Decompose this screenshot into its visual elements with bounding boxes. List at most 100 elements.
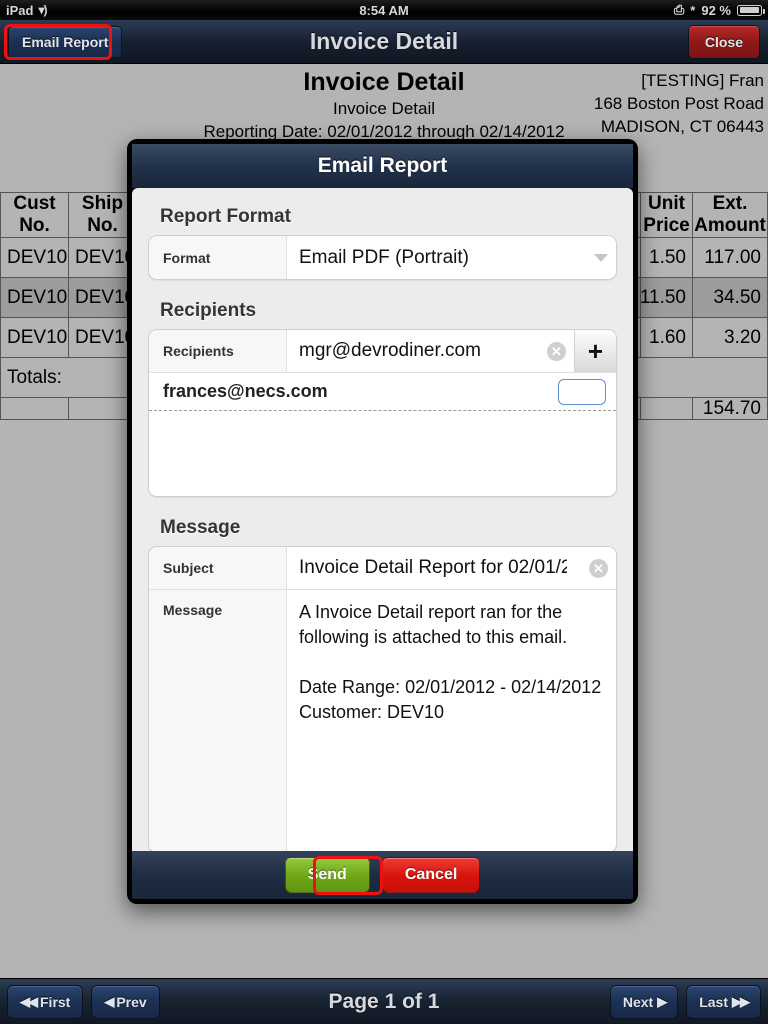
table-row[interactable]: 3.20 xyxy=(692,318,768,358)
table-row[interactable]: DEV10 xyxy=(68,238,136,278)
email-report-modal: Email Report Report Format Format Email … xyxy=(127,139,638,904)
recipients-list: frances@necs.com xyxy=(149,373,616,496)
table-row[interactable]: 1.60 xyxy=(640,318,692,358)
table-column-ext-amount: Ext. Amount 117.00 34.50 3.20 154.70 xyxy=(692,192,768,420)
first-page-button[interactable]: ◀◀ First xyxy=(7,984,84,1019)
format-field-row[interactable]: Format Email PDF (Portrait) xyxy=(149,236,616,279)
column-header-cust-no: Cust No. xyxy=(0,192,68,238)
table-row[interactable]: 1.50 xyxy=(640,238,692,278)
chevron-down-icon xyxy=(594,253,608,262)
table-column-unit-price: Unit Price 1.50 11.50 1.60 xyxy=(640,192,692,420)
totals-cell-ship-no xyxy=(68,398,136,420)
subject-input[interactable]: Invoice Detail Report for 02/01/2012 ✕ xyxy=(287,547,616,589)
recipients-input-value: mgr@devrodiner.com xyxy=(299,340,481,361)
report-format-group: Format Email PDF (Portrait) xyxy=(148,235,617,280)
message-field-label: Message xyxy=(149,590,287,851)
table-row[interactable]: DEV10 xyxy=(68,278,136,318)
totals-spacer xyxy=(692,358,768,398)
left-arrow-icon: ◀ xyxy=(104,994,114,1009)
recipient-email-label: frances@necs.com xyxy=(163,381,328,401)
close-button[interactable]: Close xyxy=(687,24,760,59)
section-heading-recipients: Recipients xyxy=(160,300,257,321)
recipients-field-label: Recipients xyxy=(149,330,287,372)
header-line-2: Price xyxy=(643,215,690,236)
ios-status-bar: iPad ▾) 8:54 AM ⎙ * 92 % xyxy=(0,0,768,20)
double-right-arrow-icon: ▶▶ xyxy=(732,994,750,1009)
next-page-button[interactable]: Next ▶ xyxy=(609,984,679,1019)
recipient-checkbox[interactable] xyxy=(558,378,606,405)
battery-icon xyxy=(737,4,765,16)
column-header-unit-price: Unit Price xyxy=(640,192,692,238)
last-page-label: Last xyxy=(699,993,728,1010)
table-column-cust-no: Cust No. DEV10 DEV10 DEV10 Totals: xyxy=(0,192,68,420)
recipients-group: Recipients mgr@devrodiner.com ✕ + france… xyxy=(148,329,617,497)
message-group: Subject Invoice Detail Report for 02/01/… xyxy=(148,546,617,851)
totals-cell-unit-price xyxy=(640,398,692,420)
totals-label: Totals: xyxy=(0,358,68,398)
status-bar-right: ⎙ * 92 % xyxy=(673,2,765,18)
totals-spacer xyxy=(640,358,692,398)
header-line-2: No. xyxy=(19,215,50,236)
subject-field-row: Subject Invoice Detail Report for 02/01/… xyxy=(149,547,616,590)
cancel-button[interactable]: Cancel xyxy=(381,857,481,893)
header-line-1: Cust xyxy=(13,193,56,214)
report-company-address: [TESTING] Fran 168 Boston Post Road MADI… xyxy=(594,69,764,138)
header-line-1: Ship xyxy=(81,193,124,214)
header-line-1: Ext. xyxy=(712,193,748,214)
table-row[interactable]: DEV10 xyxy=(0,278,68,318)
totals-spacer xyxy=(68,358,136,398)
clear-x-icon[interactable]: ✕ xyxy=(589,558,608,578)
prev-page-label: Prev xyxy=(116,993,147,1010)
section-heading-message: Message xyxy=(160,517,241,538)
last-page-button[interactable]: Last ▶▶ xyxy=(686,984,761,1019)
send-button[interactable]: Send xyxy=(284,857,370,893)
clear-x-icon[interactable]: ✕ xyxy=(547,341,566,361)
prev-page-button[interactable]: ◀ Prev xyxy=(91,984,160,1019)
subject-field-label: Subject xyxy=(149,547,287,589)
message-textarea[interactable]: A Invoice Detail report ran for the foll… xyxy=(287,590,616,851)
totals-cell-cust-no xyxy=(0,398,68,420)
bluetooth-icon: * xyxy=(690,2,696,18)
list-item[interactable]: frances@necs.com xyxy=(149,373,616,411)
pagination-toolbar: ◀◀ First ◀ Prev Page 1 of 1 Next ▶ Last … xyxy=(0,978,768,1024)
table-row[interactable]: 11.50 xyxy=(640,278,692,318)
column-header-ship-no: Ship No. xyxy=(68,192,136,238)
column-header-ext-amount: Ext. Amount xyxy=(692,192,768,238)
table-row[interactable]: DEV10 xyxy=(0,318,68,358)
section-heading-report-format: Report Format xyxy=(160,206,291,227)
message-textarea-value: A Invoice Detail report ran for the foll… xyxy=(287,590,616,725)
subject-input-value: Invoice Detail Report for 02/01/2012 xyxy=(299,557,567,578)
double-left-arrow-icon: ◀◀ xyxy=(20,994,38,1009)
add-recipient-button[interactable]: + xyxy=(574,330,616,372)
table-column-ship-no: Ship No. DEV10 DEV10 DEV10 xyxy=(68,192,136,420)
next-page-label: Next xyxy=(622,993,654,1010)
address-line-2: 168 Boston Post Road xyxy=(593,94,764,113)
format-select[interactable]: Email PDF (Portrait) xyxy=(287,236,616,279)
table-row[interactable]: DEV10 xyxy=(68,318,136,358)
first-page-label: First xyxy=(40,993,71,1010)
table-row[interactable]: 117.00 xyxy=(692,238,768,278)
recipients-input[interactable]: mgr@devrodiner.com ✕ xyxy=(287,330,574,372)
rotation-lock-icon: ⎙ xyxy=(673,2,685,17)
address-line-1: [TESTING] Fran xyxy=(641,71,764,90)
email-report-button[interactable]: Email Report xyxy=(8,25,123,58)
table-row[interactable]: 34.50 xyxy=(692,278,768,318)
status-bar-clock: 8:54 AM xyxy=(359,2,409,18)
recipients-field-row: Recipients mgr@devrodiner.com ✕ + xyxy=(149,330,616,373)
modal-footer: Send Cancel xyxy=(132,851,633,899)
recipients-list-empty-area xyxy=(149,411,616,496)
format-selected-value: Email PDF (Portrait) xyxy=(299,246,469,268)
header-line-2: Amount xyxy=(694,215,766,236)
modal-body: Report Format Format Email PDF (Portrait… xyxy=(132,188,633,851)
navigation-bar: Email Report Invoice Detail Close xyxy=(0,20,768,64)
right-arrow-icon: ▶ xyxy=(657,994,667,1009)
header-line-2: No. xyxy=(87,215,118,236)
table-row[interactable]: DEV10 xyxy=(0,238,68,278)
totals-value-ext-amount: 154.70 xyxy=(692,398,768,420)
address-line-3: MADISON, CT 06443 xyxy=(600,117,764,136)
modal-title: Email Report xyxy=(132,144,633,188)
battery-percent-label: 92 % xyxy=(701,2,731,18)
format-field-label: Format xyxy=(149,236,287,279)
header-line-1: Unit xyxy=(648,193,685,214)
message-field-row: Message A Invoice Detail report ran for … xyxy=(149,590,616,851)
